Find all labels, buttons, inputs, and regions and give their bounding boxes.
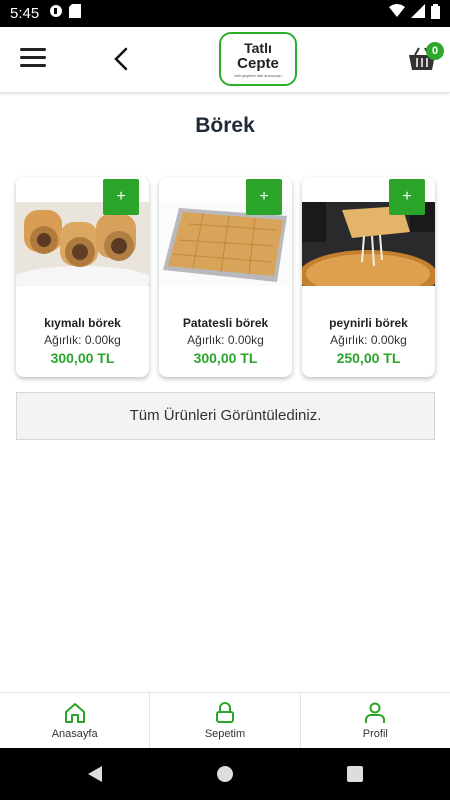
- sd-card-icon: [69, 4, 82, 23]
- nav-label: Profil: [362, 728, 388, 740]
- circle-home-icon: [217, 766, 233, 782]
- status-bar: 5:45: [0, 0, 450, 27]
- product-card[interactable]: + peynirli börek Ağırlık: 0.00kg 250,00 …: [302, 177, 435, 377]
- add-to-cart-button[interactable]: +: [389, 179, 425, 215]
- menu-icon-bar: [20, 56, 46, 59]
- product-name: kıymalı börek: [44, 316, 121, 330]
- square-recents-icon: [347, 766, 363, 782]
- bottom-nav: Anasayfa Sepetim Profil: [0, 692, 450, 748]
- nav-label: Anasayfa: [51, 728, 98, 740]
- back-button[interactable]: [108, 45, 134, 73]
- status-time: 5:45: [10, 5, 40, 22]
- product-weight: Ağırlık: 0.00kg: [44, 333, 121, 347]
- nav-item-cart[interactable]: Sepetim: [150, 693, 301, 748]
- chevron-left-icon: [114, 47, 128, 71]
- logo-text-bottom: Cepte: [237, 55, 279, 72]
- add-to-cart-button[interactable]: +: [103, 179, 139, 215]
- add-to-cart-button[interactable]: +: [246, 179, 282, 215]
- notification-icon: [49, 4, 63, 23]
- battery-icon: [431, 3, 440, 24]
- system-nav-bar: [0, 748, 450, 800]
- menu-icon-bar: [20, 48, 46, 51]
- nav-item-profile[interactable]: Profil: [301, 693, 450, 748]
- triangle-back-icon: [88, 766, 102, 782]
- menu-icon-bar: [20, 64, 46, 67]
- product-card[interactable]: + kıymalı börek Ağırlık: 0.00kg 300,00 T…: [16, 177, 149, 377]
- product-price: 300,00 TL: [193, 350, 258, 366]
- logo-tagline: tatlı şeylerin tatlı sunucuşu: [234, 73, 282, 78]
- app-header: Tatlı Cepte tatlı şeylerin tatlı sunucuş…: [0, 27, 450, 93]
- end-of-list-message: Tüm Ürünleri Görüntülediniz.: [16, 392, 435, 440]
- app-logo[interactable]: Tatlı Cepte tatlı şeylerin tatlı sunucuş…: [219, 32, 297, 86]
- wifi-icon: [389, 4, 405, 23]
- product-price: 300,00 TL: [50, 350, 115, 366]
- logo-text-top: Tatlı: [244, 40, 272, 56]
- user-icon: [365, 702, 386, 723]
- lock-icon: [215, 702, 234, 723]
- home-icon: [64, 703, 85, 723]
- page-title: Börek: [195, 114, 255, 137]
- product-card[interactable]: + Patatesli börek Ağırlık: 0.00kg 300,00…: [159, 177, 292, 377]
- product-weight: Ağırlık: 0.00kg: [187, 333, 264, 347]
- system-back-button[interactable]: [85, 764, 105, 784]
- product-name: Patatesli börek: [182, 316, 269, 330]
- nav-item-home[interactable]: Anasayfa: [0, 693, 151, 748]
- system-recents-button[interactable]: [345, 764, 365, 784]
- product-price: 250,00 TL: [336, 350, 401, 366]
- system-home-button[interactable]: [215, 764, 235, 784]
- signal-icon: [411, 4, 425, 23]
- nav-label: Sepetim: [204, 728, 246, 740]
- product-name: peynirli börek: [329, 316, 408, 330]
- menu-button[interactable]: [20, 48, 46, 70]
- product-grid: + kıymalı börek Ağırlık: 0.00kg 300,00 T…: [16, 177, 436, 377]
- product-weight: Ağırlık: 0.00kg: [330, 333, 407, 347]
- cart-count-badge: 0: [426, 42, 444, 60]
